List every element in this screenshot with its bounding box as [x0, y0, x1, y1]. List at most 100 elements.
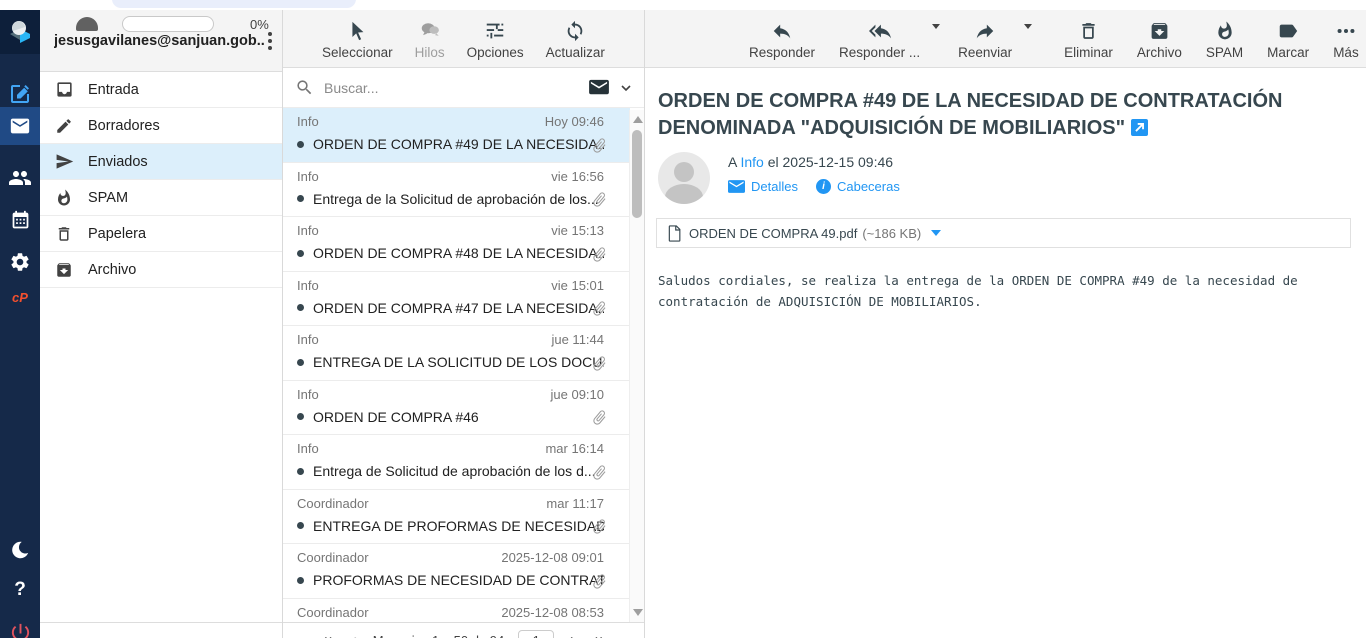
message-row[interactable]: Infovie 15:01 ORDEN DE COMPRA #47 DE LA … [283, 272, 630, 327]
rail-item-contacts[interactable] [0, 162, 40, 194]
message-row[interactable]: Coordinador2025-12-08 08:53 [283, 599, 630, 623]
delete-button[interactable]: Eliminar [1056, 20, 1121, 60]
attachment-icon [591, 573, 608, 590]
moon-icon [9, 539, 31, 561]
row-sender: Info [297, 114, 319, 129]
message-row[interactable]: Coordinador2025-12-08 09:01 PROFORMAS DE… [283, 544, 630, 599]
row-subject: PROFORMAS DE NECESIDAD DE CONTRAT... [313, 572, 604, 588]
more-dots-icon [1335, 20, 1357, 42]
options-icon [484, 20, 506, 42]
threads-button[interactable]: Hilos [415, 20, 445, 60]
message-subject: ORDEN DE COMPRA #49 DE LA NECESIDAD DE C… [658, 88, 1298, 142]
row-sender: Info [297, 332, 319, 347]
sidebar-item-papelera[interactable]: Papelera [40, 216, 282, 252]
sidebar-item-archivo[interactable]: Archivo [40, 252, 282, 288]
row-subject: ENTREGA DE PROFORMAS DE NECESIDAD ... [313, 518, 604, 534]
message-row[interactable]: Infovie 16:56 Entrega de la Solicitud de… [283, 163, 630, 218]
row-date: vie 16:56 [551, 169, 604, 184]
attachment-icon [591, 300, 608, 317]
forward-button[interactable]: Reenviar [950, 20, 1020, 60]
open-in-new-window-icon[interactable] [1131, 119, 1148, 136]
quota-progressbar [122, 16, 214, 32]
scrollbar-down-arrow[interactable] [633, 609, 643, 616]
message-row[interactable]: Infomar 16:14 Entrega de Solicitud de ap… [283, 435, 630, 490]
headers-toggle[interactable]: i Cabeceras [816, 179, 900, 194]
threads-icon [418, 20, 442, 42]
attachment-filename: ORDEN DE COMPRA 49.pdf [689, 226, 857, 241]
message-view-panel: Responder Responder ... Reenviar Elimina… [645, 10, 1366, 638]
logout-button[interactable] [0, 616, 40, 638]
forward-dropdown-caret[interactable] [1024, 24, 1032, 29]
recipient-line: A Info el 2025-12-15 09:46 [728, 154, 900, 170]
info-icon: i [816, 179, 831, 194]
reply-button[interactable]: Responder [741, 20, 823, 60]
pdf-file-icon [667, 225, 681, 242]
search-input[interactable] [324, 80, 588, 96]
attachment-bar[interactable]: ORDEN DE COMPRA 49.pdf (~186 KB) [656, 218, 1351, 248]
last-page-icon[interactable] [592, 634, 608, 638]
sidebar-item-enviados[interactable]: Enviados [40, 144, 282, 180]
trash-icon [54, 224, 74, 244]
rail-item-mail-active[interactable] [0, 107, 40, 145]
row-date: mar 16:14 [545, 441, 604, 456]
scrollbar-thumb[interactable] [632, 130, 642, 218]
more-button[interactable]: Más [1325, 20, 1366, 60]
message-row[interactable]: Infojue 11:44 ENTREGA DE LA SOLICITUD DE… [283, 326, 630, 381]
message-row[interactable]: Coordinadormar 11:17 ENTREGA DE PROFORMA… [283, 490, 630, 545]
message-row[interactable]: InfoHoy 09:46 ORDEN DE COMPRA #49 DE LA … [283, 108, 630, 163]
unread-dot [297, 522, 304, 529]
folder-label: Enviados [88, 154, 148, 170]
recipient-link[interactable]: Info [740, 154, 763, 170]
unread-dot [297, 195, 304, 202]
browser-omnibox-remnant [112, 0, 356, 8]
forward-icon [973, 20, 997, 42]
rail-item-settings[interactable] [0, 246, 40, 278]
sogo-logo[interactable] [0, 10, 40, 54]
scrollbar-up-arrow[interactable] [633, 116, 643, 123]
rail-item-calendar[interactable] [0, 204, 40, 236]
row-sender: Coordinador [297, 496, 369, 511]
sidebar-item-borradores[interactable]: Borradores [40, 108, 282, 144]
spam-button[interactable]: SPAM [1198, 20, 1251, 60]
attachment-dropdown-caret[interactable] [931, 230, 941, 236]
sidebar-item-entrada[interactable]: Entrada [40, 72, 282, 108]
cpanel-link[interactable]: cP [0, 284, 40, 310]
row-sender: Info [297, 441, 319, 456]
prev-page-icon[interactable] [349, 634, 359, 638]
tag-icon [1277, 20, 1299, 42]
fire-icon [54, 188, 74, 208]
folder-sidebar: jesusgavilanes@sanjuan.gob.... Entrada B… [40, 10, 283, 638]
row-date: vie 15:01 [551, 278, 604, 293]
options-button[interactable]: Opciones [467, 20, 524, 60]
help-button[interactable]: ? [0, 576, 40, 604]
reply-all-dropdown-caret[interactable] [932, 24, 940, 29]
cpanel-logo: cP [12, 290, 28, 305]
folder-label: Archivo [88, 262, 136, 278]
message-row[interactable]: Infojue 09:10 ORDEN DE COMPRA #46 [283, 381, 630, 436]
attachment-icon [591, 409, 608, 426]
details-toggle[interactable]: Detalles [728, 179, 798, 194]
list-scrollbar[interactable] [629, 110, 644, 622]
chevron-down-icon[interactable] [618, 80, 634, 96]
row-subject: ORDEN DE COMPRA #47 DE LA NECESIDA... [313, 300, 604, 316]
disk-icon [76, 17, 98, 31]
select-button[interactable]: Seleccionar [322, 20, 393, 60]
message-row[interactable]: Infovie 15:13 ORDEN DE COMPRA #48 DE LA … [283, 217, 630, 272]
archive-button[interactable]: Archivo [1129, 20, 1190, 60]
row-sender: Coordinador [297, 550, 369, 565]
reply-all-button[interactable]: Responder ... [831, 20, 928, 60]
sidebar-item-spam[interactable]: SPAM [40, 180, 282, 216]
refresh-button[interactable]: Actualizar [546, 20, 605, 60]
first-page-icon[interactable] [319, 634, 335, 638]
next-page-icon[interactable] [568, 634, 578, 638]
mark-button[interactable]: Marcar [1259, 20, 1317, 60]
row-subject: Entrega de la Solicitud de aprobación de… [313, 191, 604, 207]
cursor-icon [346, 20, 368, 42]
unread-dot [297, 359, 304, 366]
dark-mode-toggle[interactable] [0, 534, 40, 566]
search-scope-mail-icon[interactable] [588, 79, 610, 97]
page-number-input[interactable] [518, 630, 554, 638]
list-toolbar: Seleccionar Hilos Opciones [283, 10, 644, 68]
attachment-icon [591, 246, 608, 263]
row-date: jue 09:10 [551, 387, 605, 402]
